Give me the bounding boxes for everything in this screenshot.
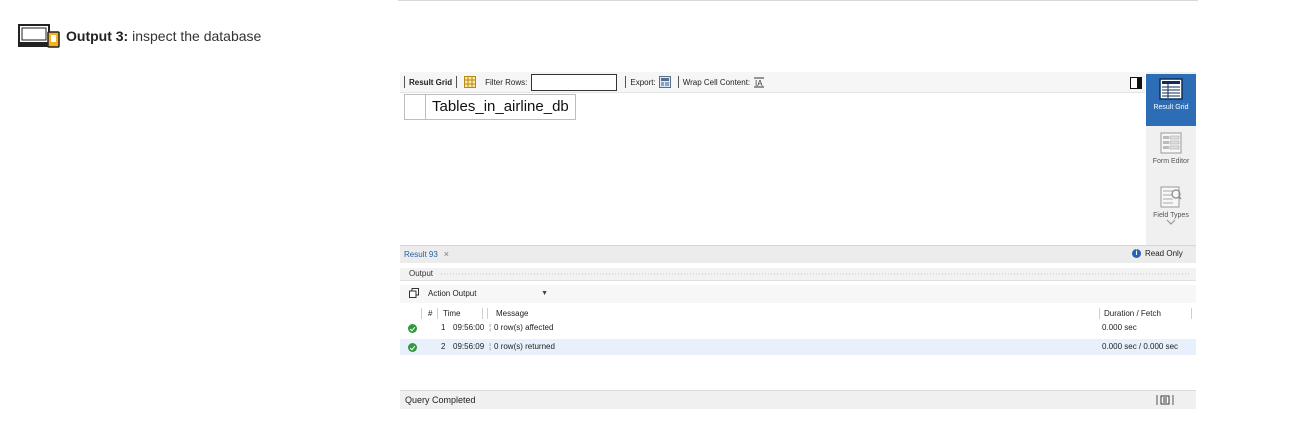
form-editor-icon	[1160, 132, 1182, 154]
toolbar-separator	[625, 76, 627, 88]
output-description: inspect the database	[132, 28, 262, 44]
output-title: Output	[409, 269, 434, 278]
toolbar-separator	[456, 76, 458, 88]
export-label: Export:	[630, 77, 656, 87]
row-duration: 0.000 sec	[1102, 323, 1137, 332]
filter-rows-label: Filter Rows:	[485, 77, 528, 87]
result-side-panel: Result Grid Form Editor Field Types	[1146, 72, 1196, 262]
output-type-value: Action Output	[428, 289, 477, 298]
result-grid-button[interactable]: Result Grid	[1146, 74, 1196, 126]
row-action-separator: ¦	[489, 323, 492, 332]
success-icon	[408, 343, 417, 352]
export-icon[interactable]	[658, 76, 671, 88]
result-grid-label[interactable]: Result Grid	[409, 78, 452, 87]
toolbar-separator	[404, 76, 405, 88]
result-tab-label: Result 93	[404, 249, 438, 259]
field-types-button-label: Field Types	[1153, 212, 1189, 219]
output-header: Output 3: inspect the database	[18, 24, 261, 48]
laptop-output-icon	[18, 24, 60, 48]
column-divider	[1099, 308, 1100, 319]
close-icon[interactable]: ×	[444, 249, 449, 259]
row-message: 0 row(s) returned	[494, 342, 555, 351]
column-header-time[interactable]: Time	[443, 309, 460, 318]
workbench-result-panel: Result Grid Filter Rows: Export: Wrap Ce…	[400, 72, 1196, 409]
field-types-icon	[1160, 186, 1182, 208]
dropdown-arrow-icon: ▼	[541, 290, 548, 297]
wrap-cell-label: Wrap Cell Content:	[682, 77, 751, 87]
action-output-table: # Time Message Duration / Fetch 1 09:56:…	[400, 305, 1196, 388]
column-header-num[interactable]: #	[428, 309, 432, 318]
read-only-label: Read Only	[1145, 249, 1183, 258]
result-grid[interactable]: Tables_in_airline_db	[400, 93, 1145, 244]
panel-grip[interactable]	[440, 273, 1190, 275]
grid-header: Tables_in_airline_db	[404, 94, 576, 120]
form-editor-button-label: Form Editor	[1152, 158, 1190, 165]
copy-icon[interactable]	[409, 288, 419, 298]
toolbar-separator	[677, 76, 679, 88]
read-only-indicator: i Read Only	[1132, 249, 1183, 258]
column-header-duration[interactable]: Duration / Fetch	[1104, 309, 1161, 318]
status-text: Query Completed	[405, 395, 476, 405]
column-divider	[487, 308, 488, 319]
row-time: 09:56:09	[453, 342, 485, 351]
output-caption: Output 3: inspect the database	[66, 28, 261, 44]
field-types-button[interactable]: Field Types	[1146, 186, 1196, 238]
info-icon: i	[1132, 249, 1141, 258]
output-table-header: # Time Message Duration / Fetch	[400, 307, 1196, 320]
result-toolbar: Result Grid Filter Rows: Export: Wrap Ce…	[400, 72, 1145, 93]
form-editor-button[interactable]: Form Editor	[1146, 132, 1196, 180]
column-divider	[421, 308, 422, 319]
output-toolbar: Action Output ▼	[400, 285, 1196, 303]
grid-view-icon[interactable]	[464, 76, 477, 88]
row-time: 09:56:00	[453, 323, 485, 332]
column-header[interactable]: Tables_in_airline_db	[426, 95, 575, 119]
row-message: 0 row(s) affected	[494, 323, 554, 332]
output-type-select[interactable]: Action Output ▼	[428, 287, 550, 300]
result-tabs-bar: Result 93 × i Read Only	[400, 245, 1196, 263]
output-panel-header: Output	[400, 268, 1196, 281]
panel-layout-icon[interactable]	[1153, 395, 1177, 405]
result-grid-button-label: Result Grid	[1153, 104, 1189, 111]
output-label: Output 3:	[66, 28, 129, 44]
tab-result[interactable]: Result 93 ×	[404, 249, 449, 259]
wrap-cell-icon[interactable]: IA	[753, 76, 765, 88]
row-duration: 0.000 sec / 0.000 sec	[1102, 342, 1179, 351]
status-bar: Query Completed	[400, 390, 1196, 409]
row-number-header	[405, 95, 426, 119]
result-grid-icon	[1159, 78, 1183, 100]
column-divider	[437, 308, 438, 319]
column-divider	[1191, 308, 1192, 319]
table-row[interactable]: 2 09:56:09 ¦ 0 row(s) returned 0.000 sec…	[400, 339, 1196, 355]
table-row[interactable]: 1 09:56:00 ¦ 0 row(s) affected 0.000 sec	[400, 321, 1196, 334]
filter-rows-input[interactable]	[531, 73, 618, 91]
chevron-down-icon[interactable]	[1166, 219, 1176, 225]
toggle-side-panel-button[interactable]	[1130, 77, 1142, 89]
column-header-message[interactable]: Message	[496, 309, 528, 318]
row-action-separator: ¦	[489, 342, 492, 351]
success-icon	[408, 324, 417, 333]
row-num: 1	[441, 323, 446, 332]
column-divider	[482, 308, 483, 319]
top-divider	[398, 0, 1198, 1]
row-num: 2	[441, 342, 446, 351]
